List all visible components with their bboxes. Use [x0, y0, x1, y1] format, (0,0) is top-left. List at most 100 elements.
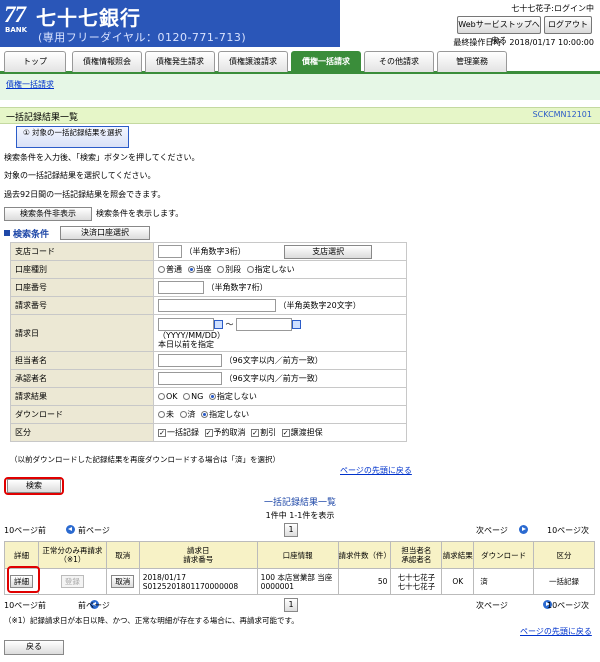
- radio-ng[interactable]: [183, 393, 191, 400]
- sub-nav: [0, 74, 600, 100]
- col-header: 取消: [105, 541, 140, 569]
- person-in-charge-label: 担当者名: [10, 351, 154, 370]
- checkbox-transfer-collateral[interactable]: ✓: [281, 428, 290, 437]
- checkbox-bulk-record[interactable]: ✓: [158, 428, 166, 437]
- pager-page-number[interactable]: 1: [284, 523, 298, 537]
- request-number-input[interactable]: [158, 299, 276, 312]
- results-count: 1件中 1-1件を表示: [265, 511, 335, 520]
- approver-label: 承認者名: [10, 369, 154, 388]
- checkbox-reservation-cancel[interactable]: ✓: [204, 428, 213, 437]
- category-value: 一括記録: [533, 568, 595, 595]
- checkbox-label: 譲渡担保: [290, 428, 323, 437]
- search-button[interactable]: 検索: [7, 479, 61, 493]
- page-top-link-bottom[interactable]: ページの先頭に戻る: [520, 626, 592, 637]
- col-header: 口座情報: [256, 541, 339, 569]
- cancel-button[interactable]: 取消: [111, 575, 135, 588]
- pager-next10[interactable]: 10ページ次: [547, 525, 589, 536]
- tab-other-request[interactable]: その他請求: [364, 51, 434, 72]
- request-result: OK: [441, 568, 475, 595]
- screen-id: SCKCMN12101: [532, 110, 592, 119]
- tab-bond-inquiry[interactable]: 債権情報照会: [72, 51, 142, 72]
- radio-label: 済: [187, 410, 196, 419]
- toggle-conditions-button[interactable]: 検索条件非表示: [4, 207, 92, 221]
- page-top-link[interactable]: ページの先頭に戻る: [340, 465, 412, 476]
- radio-not-downloaded[interactable]: [158, 411, 165, 418]
- account-number-note: （半角数字7桁）: [206, 283, 268, 292]
- subnav-bulk-request-link[interactable]: 債権一括請求: [6, 79, 54, 90]
- radio-label: 別段: [225, 265, 242, 274]
- person-name: 七十七花子: [397, 572, 436, 582]
- radio-label: OK: [166, 392, 178, 401]
- title-bar: [0, 107, 600, 124]
- request-result-label: 請求結果: [10, 387, 154, 406]
- tab-top[interactable]: トップ: [4, 51, 66, 72]
- col-header: 請求結果: [441, 541, 475, 569]
- detail-button-highlight: [7, 566, 40, 593]
- web-top-button[interactable]: Webサービストップへ戻る: [457, 16, 541, 45]
- approver-note: （96文字以内／前方一致）: [224, 374, 323, 383]
- person-in-charge-input[interactable]: [158, 354, 222, 367]
- calendar-icon[interactable]: [214, 319, 223, 329]
- col-header: 区分: [533, 541, 595, 569]
- download-label: ダウンロード: [10, 405, 154, 424]
- tab-bond-issue[interactable]: 債権発生請求: [145, 51, 215, 72]
- radio-label: 未: [166, 410, 174, 419]
- table-row: 詳細 登録 取消 2018/01/17 S0125201801170000008 …: [4, 568, 595, 595]
- download-radios: 未 済 指定しない: [153, 405, 407, 424]
- radio-downloaded[interactable]: [179, 411, 187, 418]
- bank-logo-sub: BANK: [5, 26, 28, 34]
- col-header: 請求日 請求番号: [138, 541, 258, 569]
- pager-prev[interactable]: 前ページ: [78, 525, 110, 536]
- tab-bond-transfer[interactable]: 債権譲渡請求: [218, 51, 288, 72]
- person-in-charge-note: （96文字以内／前方一致）: [224, 356, 323, 365]
- category-checkboxes: ✓ 一括記録 ✓ 予約取消 ✓ 割引 ✓ 譲渡担保: [153, 423, 407, 442]
- account-number-input[interactable]: [158, 281, 204, 294]
- arrow-left-icon[interactable]: [66, 525, 75, 534]
- tab-management[interactable]: 管理業務: [437, 51, 507, 72]
- branch-select-button[interactable]: 支店選択: [284, 244, 373, 259]
- tab-bulk-request[interactable]: 債権一括請求: [291, 51, 361, 72]
- approver-input[interactable]: [158, 372, 222, 385]
- request-number: S0125201801170000008: [142, 581, 239, 591]
- pager-next-bottom[interactable]: 次ページ: [476, 600, 508, 611]
- account-select-button[interactable]: 決済口座選択: [60, 226, 150, 240]
- account-type-radios: 普通 当座 別段 指定しない: [153, 260, 407, 279]
- request-number-label: 請求番号: [10, 296, 154, 315]
- request-date: 2018/01/17: [142, 572, 186, 582]
- radio-download-unspecified[interactable]: [201, 411, 209, 418]
- resubmit-note: （※1）記録請求日が本日以降、かつ、正常な明細が存在する場合に、再請求可能です。: [4, 616, 299, 625]
- logout-button[interactable]: ログアウト: [544, 16, 592, 34]
- radio-ok[interactable]: [158, 393, 165, 400]
- request-date-from-input[interactable]: [158, 317, 214, 331]
- pager-prev-bottom[interactable]: 前ページ: [78, 600, 110, 611]
- back-button[interactable]: 戻る: [4, 640, 64, 655]
- pager-prev10[interactable]: 10ページ前: [4, 525, 46, 536]
- pager-prev10-bottom[interactable]: 10ページ前: [4, 600, 46, 611]
- results-table: 詳細 正常分のみ再請求（※1） 取消 請求日 請求番号 口座情報 請求件数（件）…: [4, 541, 595, 595]
- arrow-right-icon[interactable]: [518, 525, 528, 534]
- request-date-to-input[interactable]: [236, 317, 293, 331]
- pager-next[interactable]: 次ページ: [476, 525, 508, 536]
- pager-page-number-bottom[interactable]: 1: [284, 598, 298, 612]
- radio-label: 指定しない: [216, 392, 257, 401]
- select-result-instruction: ① 対象の一括記録結果を選択: [16, 126, 129, 148]
- download-status: 済: [473, 568, 535, 595]
- resubmit-button: 登録: [60, 575, 84, 588]
- last-operation-time: 最終操作日時：2018/01/17 10:00:00: [453, 38, 594, 47]
- radio-unspecified[interactable]: [246, 266, 254, 273]
- checkbox-discount[interactable]: ✓: [251, 428, 260, 437]
- download-footnote: （以前ダウンロードした記録結果を再度ダウンロードする場合は「済」を選択）: [10, 455, 280, 464]
- calendar-icon[interactable]: [292, 319, 302, 329]
- page-title: 一括記録結果一覧: [6, 113, 79, 123]
- pager-next10-bottom[interactable]: 10ページ次: [547, 600, 589, 611]
- branch-code-label: 支店コード: [10, 242, 154, 261]
- branch-code-input[interactable]: [158, 244, 182, 258]
- date-separator: ～: [225, 319, 234, 329]
- date-range-note: 本日以前を指定: [158, 339, 214, 349]
- radio-result-unspecified[interactable]: [208, 393, 216, 400]
- radio-current[interactable]: [187, 266, 195, 273]
- radio-separate[interactable]: [217, 266, 225, 273]
- toll-free-number: (専用フリーダイヤル：0120-771-713): [38, 31, 247, 44]
- radio-normal[interactable]: [158, 266, 165, 273]
- branch-code-note: （半角数字3桁）: [184, 246, 246, 256]
